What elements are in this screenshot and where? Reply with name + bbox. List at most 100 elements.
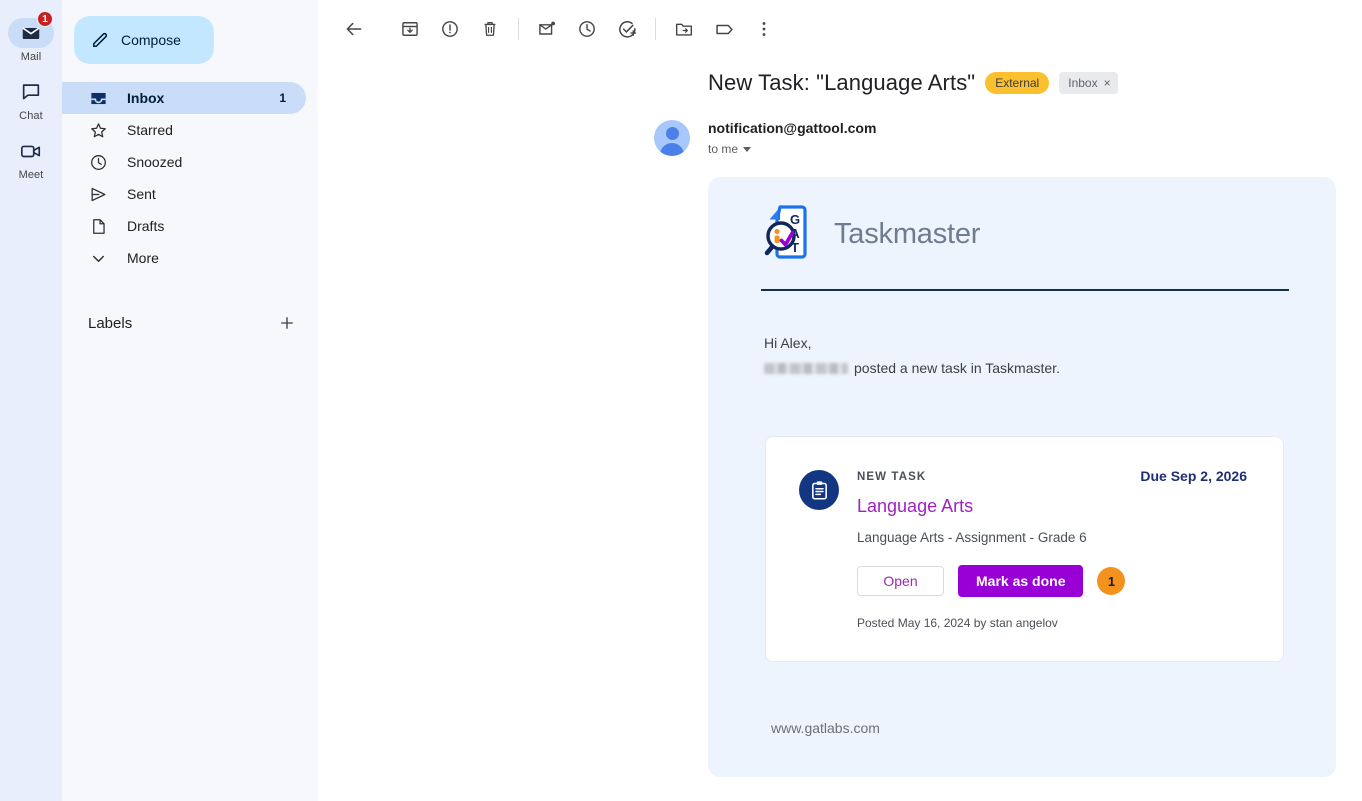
- page-title: New Task: "Language Arts": [708, 70, 976, 95]
- close-icon[interactable]: ×: [1104, 76, 1111, 90]
- labels-section-header: Labels: [62, 308, 318, 338]
- more-vertical-icon: [762, 22, 766, 36]
- pencil-icon: [93, 32, 108, 47]
- avatar-body: [660, 143, 684, 156]
- status-badge-external: External: [985, 72, 1050, 94]
- message-toolbar: [318, 0, 1362, 58]
- task-eyebrow: NEW TASK: [857, 471, 927, 483]
- task-count-badge[interactable]: 1: [1097, 567, 1126, 595]
- more-options-button[interactable]: [744, 9, 784, 49]
- svg-text:G: G: [790, 212, 800, 227]
- label-button[interactable]: [704, 9, 744, 49]
- mark-unread-button[interactable]: [527, 9, 567, 49]
- task-title-link[interactable]: Language Arts: [857, 496, 1263, 517]
- footer-website-link[interactable]: www.gatlabs.com: [771, 720, 880, 736]
- mail-icon: [22, 27, 40, 39]
- arrow-left-icon: [346, 22, 362, 36]
- subject-row: New Task: "Language Arts" External Inbox…: [318, 58, 1362, 96]
- sidebar-item-more[interactable]: More: [62, 242, 306, 274]
- task-description: Language Arts - Assignment - Grade 6: [857, 530, 1087, 545]
- add-to-tasks-button[interactable]: [607, 9, 647, 49]
- sidebar-nav: Inbox 1 Starred Snoozed Sent Drafts More: [62, 82, 318, 274]
- rail-item-meet[interactable]: Meet: [3, 132, 59, 181]
- chat-icon: [22, 84, 40, 100]
- mail-unread-badge: 1: [37, 11, 53, 27]
- rail-item-meet-label: Meet: [18, 169, 44, 181]
- labels-title: Labels: [88, 314, 133, 332]
- star-icon: [88, 120, 108, 140]
- taskmaster-logo-icon: G A T: [762, 203, 820, 265]
- clipboard-icon-wrap: [799, 470, 839, 510]
- inbox-icon: [88, 88, 108, 108]
- sender-address: notification@gattool.com: [708, 120, 877, 136]
- rail-item-mail[interactable]: 1 Mail: [3, 11, 59, 63]
- sidebar-item-snoozed[interactable]: Snoozed: [62, 146, 306, 178]
- compose-button[interactable]: Compose: [74, 16, 214, 64]
- mark-unread-icon: [539, 21, 555, 35]
- avatar-head: [665, 127, 679, 140]
- label-chip-inbox-text: Inbox: [1068, 76, 1098, 90]
- intro-line: posted a new task in Taskmaster.: [708, 351, 1336, 376]
- sidebar: Compose Inbox 1 Starred Snoozed Sent Dra…: [62, 0, 318, 801]
- rail-item-chat-label: Chat: [19, 110, 43, 122]
- exclamation-circle-icon: [442, 21, 458, 37]
- compose-label: Compose: [121, 32, 181, 48]
- plus-icon[interactable]: [276, 312, 298, 334]
- recipient-label: to me: [708, 142, 739, 156]
- sender-row: notification@gattool.com to me: [318, 96, 1362, 156]
- greeting-text: Hi Alex,: [764, 335, 812, 351]
- inbox-count: 1: [279, 91, 286, 105]
- toolbar-divider-2: [655, 18, 656, 40]
- sidebar-item-more-label: More: [127, 250, 159, 266]
- sidebar-item-drafts-label: Drafts: [127, 218, 165, 234]
- brand-name: Taskmaster: [834, 217, 981, 250]
- sidebar-item-inbox-label: Inbox: [127, 90, 165, 106]
- send-icon: [88, 184, 108, 204]
- brand-header: G A T Taskmaster: [708, 177, 1336, 265]
- mail-icon-wrap: 1: [8, 11, 54, 48]
- move-to-button[interactable]: [664, 9, 704, 49]
- meet-icon-wrap: [8, 136, 54, 166]
- open-button[interactable]: Open: [857, 566, 944, 596]
- chevron-down-icon: [88, 248, 108, 268]
- intro-text: posted a new task in Taskmaster.: [854, 360, 1060, 376]
- message-pane: New Task: "Language Arts" External Inbox…: [318, 0, 1362, 801]
- gmail-window: 1 Mail Chat Meet Compose Inbox 1 Starred…: [0, 0, 1362, 801]
- trash-icon: [484, 22, 496, 36]
- tag-icon: [715, 24, 733, 34]
- app-rail: 1 Mail Chat Meet: [0, 0, 62, 801]
- archive-button[interactable]: [390, 9, 430, 49]
- sidebar-item-starred-label: Starred: [127, 122, 173, 138]
- email-body-panel: G A T Taskmaster Hi Alex, posted a ne: [708, 177, 1336, 777]
- sidebar-item-inbox[interactable]: Inbox 1: [62, 82, 306, 114]
- mark-as-done-button[interactable]: Mark as done: [958, 565, 1084, 597]
- draft-icon: [88, 216, 108, 236]
- clock-icon: [88, 152, 108, 172]
- report-spam-button[interactable]: [430, 9, 470, 49]
- recipient-expander[interactable]: to me: [708, 142, 876, 156]
- sidebar-item-sent[interactable]: Sent: [62, 178, 306, 210]
- meet-icon: [21, 145, 41, 158]
- sender-info: notification@gattool.com to me: [708, 120, 876, 156]
- redacted-sender-name: [764, 362, 848, 374]
- task-actions: Open Mark as done 1: [857, 565, 1263, 597]
- clipboard-icon: [811, 480, 827, 500]
- task-card-body: NEW TASK Due Sep 2, 2026 Language Arts L…: [857, 467, 1263, 630]
- chevron-down-icon: [743, 146, 752, 152]
- sidebar-item-snoozed-label: Snoozed: [127, 154, 183, 170]
- sidebar-item-drafts[interactable]: Drafts: [62, 210, 306, 242]
- sidebar-item-starred[interactable]: Starred: [62, 114, 306, 146]
- avatar: [654, 120, 690, 156]
- rail-item-chat[interactable]: Chat: [3, 73, 59, 122]
- task-card: NEW TASK Due Sep 2, 2026 Language Arts L…: [765, 436, 1284, 662]
- clock-icon: [579, 21, 595, 37]
- label-chip-inbox[interactable]: Inbox ×: [1059, 72, 1118, 94]
- rail-item-mail-label: Mail: [20, 51, 42, 63]
- check-circle-plus-icon: [618, 20, 636, 38]
- task-posted-meta: Posted May 16, 2024 by stan angelov: [857, 616, 1058, 630]
- toolbar-divider-1: [518, 18, 519, 40]
- delete-button[interactable]: [470, 9, 510, 49]
- snooze-button[interactable]: [567, 9, 607, 49]
- back-button[interactable]: [334, 9, 374, 49]
- folder-move-icon: [675, 23, 693, 36]
